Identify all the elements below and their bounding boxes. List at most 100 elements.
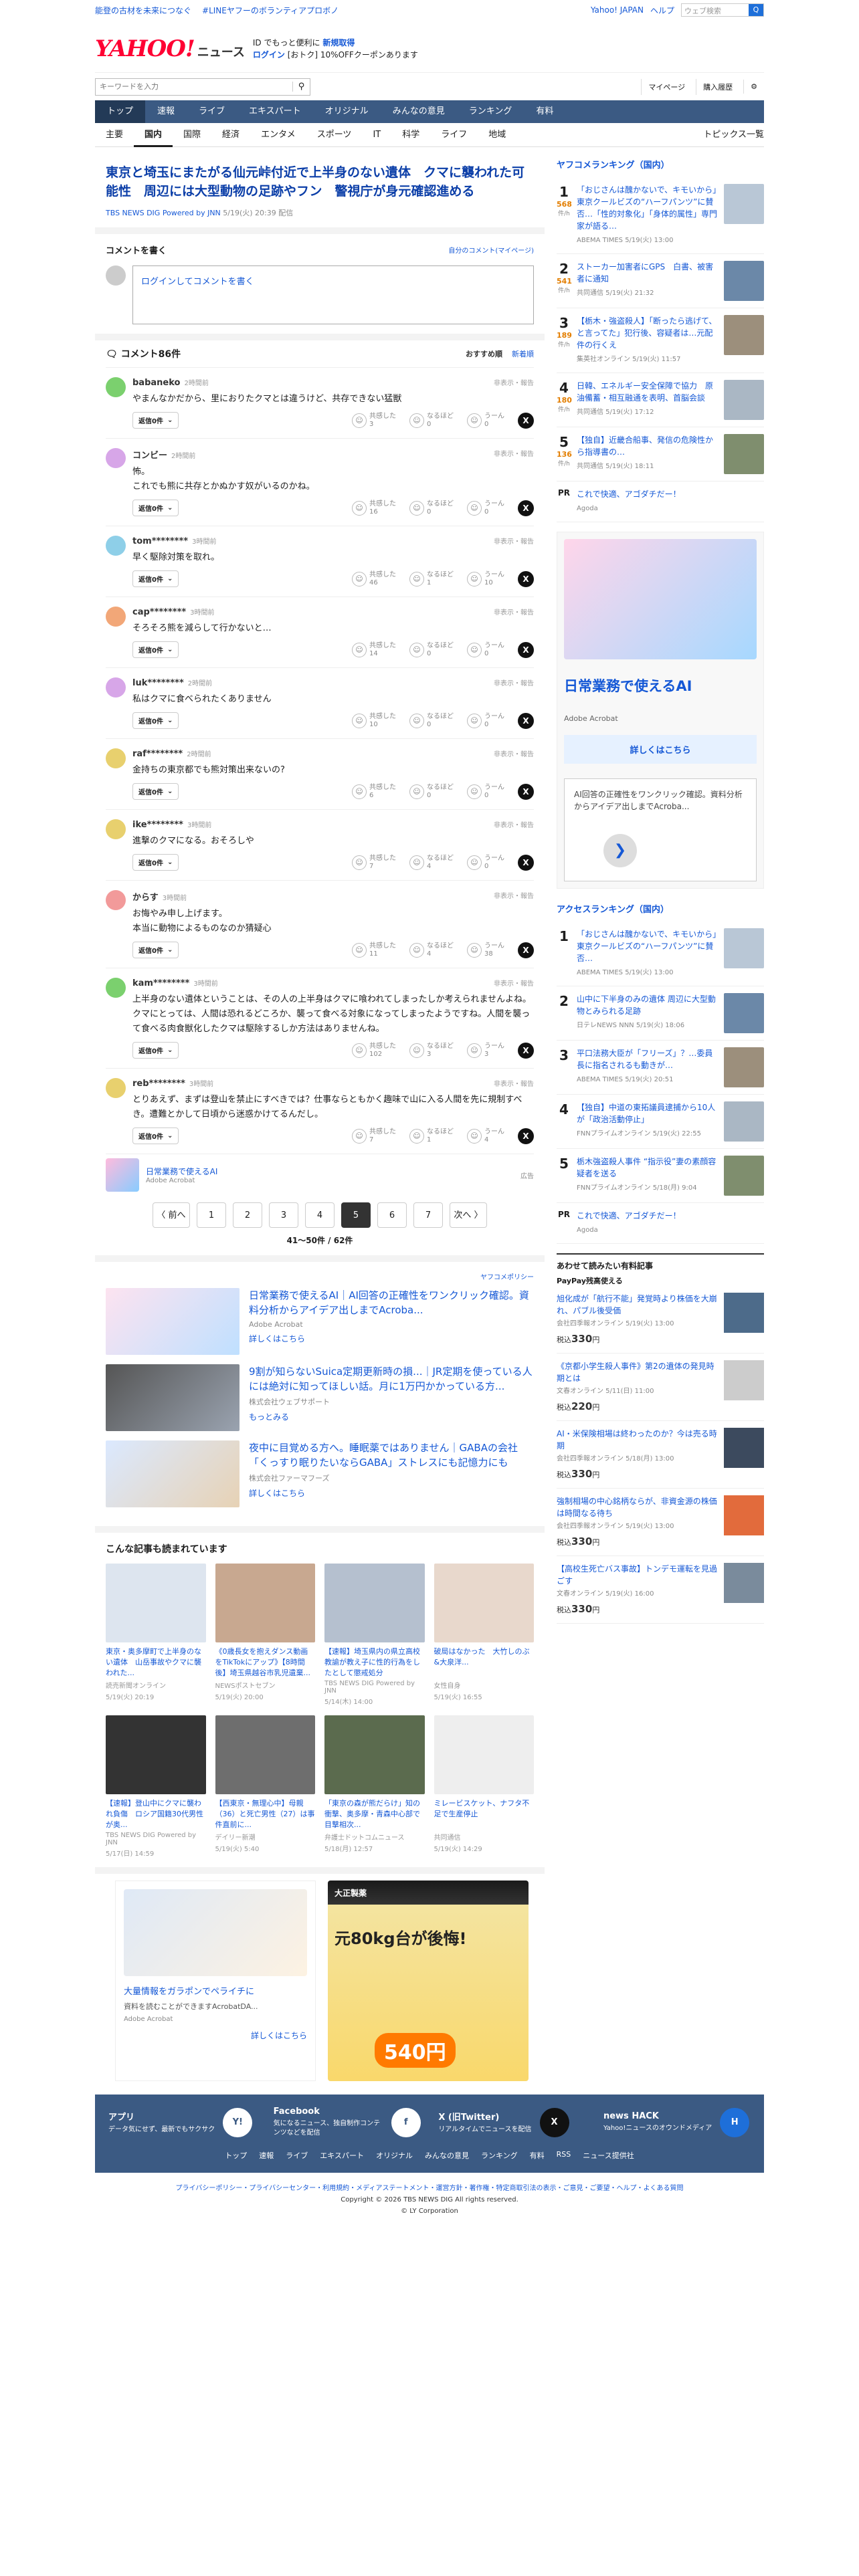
paid-article[interactable]: 《京都小学生殺人事件》第2の遺体の発見時期とは 文春オンライン 5/11(日) 1… [557, 1354, 764, 1421]
x-share-icon[interactable]: X [518, 500, 534, 516]
hide-report-link[interactable]: 非表示・報告 [494, 819, 534, 829]
pager-prev[interactable]: 〈 前へ [153, 1202, 190, 1228]
comment-author[interactable]: luk******** 2時間前 [132, 677, 534, 688]
author-name[interactable]: luk******** [132, 678, 184, 688]
gnav-original[interactable]: オリジナル [313, 100, 381, 123]
ranking-item[interactable]: 5 136 件/h 【独自】近畿合船事、発信の危険性から指導書の… 共同通信 5/19(… [557, 427, 764, 481]
ranking-item[interactable]: 4 【独自】中道の東拓議員逮捕から10人が「政治活動停止」 FNNプライムオンライン… [557, 1095, 764, 1149]
sidebar-ad-cta[interactable]: 詳しくはこちら [564, 735, 757, 764]
empathy-reaction[interactable]: ☺ 共感した 7 [352, 1128, 396, 1144]
pager-page[interactable]: 1 [197, 1202, 226, 1228]
cat-entertainment[interactable]: エンタメ [250, 123, 306, 147]
top-link-1[interactable]: 能登の古材を未来につなぐ [95, 5, 191, 16]
policy-link[interactable]: ヤフコメポリシー [106, 1271, 534, 1281]
paid-article[interactable]: AI・米保険相場は終わったのか？今は売る時期 会社四季報オンライン 5/18(月)… [557, 1421, 764, 1489]
cat-it[interactable]: IT [362, 123, 391, 147]
read-title[interactable]: 【速報】登山中にクマに襲われ負傷 ロシア国籍30代男性が奥... [106, 1798, 206, 1830]
ranking-title[interactable]: 【独自】中道の東拓議員逮捕から10人が「政治活動停止」 [577, 1101, 719, 1125]
hide-report-link[interactable]: 非表示・報告 [494, 448, 534, 458]
signup-link[interactable]: 新規取得 [322, 38, 355, 47]
x-share-icon[interactable]: X [518, 412, 534, 429]
x-share-icon[interactable]: X [518, 641, 534, 658]
comment-author[interactable]: raf******** 2時間前 [132, 748, 534, 759]
gnav-top[interactable]: トップ [95, 100, 146, 123]
pager-page[interactable]: 6 [377, 1202, 407, 1228]
avatar[interactable] [106, 677, 126, 697]
author-name[interactable]: コンビー [132, 451, 167, 461]
ranking-title[interactable]: 【栃木・強盗殺人】「断ったら逃げて、と言ってた」犯行後、容疑者は…元配件の行くえ [577, 315, 719, 351]
insight-reaction[interactable]: ☺ なるほど 0 [409, 413, 454, 429]
gnav-opinions[interactable]: みんなの意見 [381, 100, 457, 123]
hide-report-link[interactable]: 非表示・報告 [494, 748, 534, 758]
read-title[interactable]: ミレービスケット、ナフタ不足で生産停止 [434, 1798, 535, 1830]
paid-article[interactable]: 【高校生死亡バス事故】トンデモ運転を見過ごす 文春オンライン 5/19(火) 16… [557, 1556, 764, 1624]
pager-page-current[interactable]: 5 [341, 1202, 371, 1228]
cat-world[interactable]: 国際 [173, 123, 211, 147]
comment-author[interactable]: からす 3時間前 [132, 890, 534, 903]
author-name[interactable]: raf******** [132, 749, 183, 759]
comment-ranking-title[interactable]: ヤフコメランキング（国内） [557, 154, 764, 177]
hmm-reaction[interactable]: ☺ うーん 0 [467, 784, 504, 800]
author-name[interactable]: cap******** [132, 607, 186, 617]
article-title[interactable]: 東京と埼玉にまたがる仙元峠付近で上半身のない遺体 クマに襲われた可能性 周辺には… [106, 163, 534, 201]
cat-main[interactable]: 主要 [95, 123, 134, 147]
inline-ad[interactable]: 日常業務で使えるAI Adobe Acrobat 広告 [106, 1154, 534, 1196]
hmm-reaction[interactable]: ☺ うーん 0 [467, 500, 504, 516]
paid-title[interactable]: AI・米保険相場は終わったのか？今は売る時期 [557, 1428, 717, 1452]
empathy-reaction[interactable]: ☺ 共感した 10 [352, 713, 396, 729]
sidebar-ad[interactable]: 日常業務で使えるAI Adobe Acrobat 詳しくはこちら AI回答の正確… [557, 532, 764, 889]
x-share-icon[interactable]: X [518, 854, 534, 871]
hmm-reaction[interactable]: ☺ うーん 0 [467, 413, 504, 429]
insight-reaction[interactable]: ☺ なるほど 4 [409, 855, 454, 871]
gnav-live[interactable]: ライブ [187, 100, 237, 123]
empathy-reaction[interactable]: ☺ 共感した 11 [352, 942, 396, 958]
author-name[interactable]: reb******** [132, 1079, 185, 1089]
author-name[interactable]: ike******** [132, 820, 183, 830]
paid-title[interactable]: 【高校生死亡バス事故】トンデモ運転を見過ごす [557, 1563, 717, 1587]
reply-button[interactable]: 返信0件 ⌄ [132, 641, 179, 658]
avatar[interactable] [106, 748, 126, 768]
empathy-reaction[interactable]: ☺ 共感した 14 [352, 642, 396, 658]
ranking-title[interactable]: 山中に下半身のみの遺体 周辺に大型動物とみられる足跡 [577, 993, 719, 1017]
reply-button[interactable]: 返信0件 ⌄ [132, 1042, 179, 1059]
comment-author[interactable]: ike******** 3時間前 [132, 819, 534, 830]
read-title[interactable]: 【西東京・無理心中】母親（36）と死亡男性（27）は事件直前に... [215, 1798, 316, 1830]
ranking-item[interactable]: 2 山中に下半身のみの遺体 周辺に大型動物とみられる足跡 日テレNEWS NNN 5… [557, 986, 764, 1041]
ranking-item[interactable]: 4 180 件/h 日韓、エネルギー安全保障で協力 原油備蓄・相互融通を表明、首脳会談… [557, 373, 764, 427]
gnav-flash[interactable]: 速報 [145, 100, 187, 123]
comment-author[interactable]: コンビー 2時間前 [132, 448, 534, 461]
pager-page[interactable]: 7 [413, 1202, 443, 1228]
hmm-reaction[interactable]: ☺ うーん 0 [467, 713, 504, 729]
insight-reaction[interactable]: ☺ なるほど 0 [409, 784, 454, 800]
read-card[interactable]: 【速報】埼玉県内の県立高校教諭が教え子に性的行為をしたとして懲戒処分 TBS NE… [324, 1564, 425, 1706]
ranking-item[interactable]: 1 568 件/h 「おじさんは醜かないで、キモいから」東京クールビズの“ハーフパンツ… [557, 177, 764, 254]
footer-link[interactable]: ライブ [286, 2150, 308, 2161]
avatar[interactable] [106, 448, 126, 468]
top-link-2[interactable]: #LINEヤフーのボランティアプロボノ [202, 5, 339, 16]
mypage-link[interactable]: マイページ [641, 78, 692, 95]
gnav-expert[interactable]: エキスパート [237, 100, 313, 123]
read-card[interactable]: 《0歳長女を抱えダンス動画をTikTokにアップ》【8時間後】埼玉県越谷市乳児遺… [215, 1564, 315, 1706]
gnav-paid[interactable]: 有料 [524, 100, 565, 123]
reply-button[interactable]: 返信0件 ⌄ [132, 412, 179, 429]
footer-facebook[interactable]: Facebook 気になるニュース、独自制作コンテンツなどを配信 f [274, 2107, 421, 2138]
x-share-icon[interactable]: X [518, 1042, 534, 1059]
sort-newest[interactable]: 新着順 [512, 348, 534, 359]
reply-button[interactable]: 返信0件 ⌄ [132, 712, 179, 729]
comment-author[interactable]: kam******** 3時間前 [132, 978, 534, 988]
bottom-ad-right[interactable]: 大正製薬 元80kg台が後悔! 540円 [328, 1881, 529, 2081]
read-title[interactable]: 【速報】埼玉県内の県立高校教諭が教え子に性的行為をしたとして懲戒処分 [324, 1646, 425, 1679]
reply-button[interactable]: 返信0件 ⌄ [132, 854, 179, 871]
reply-button[interactable]: 返信0件 ⌄ [132, 570, 179, 587]
sort-recommended[interactable]: おすすめ順 [466, 348, 502, 359]
comment-author[interactable]: cap******** 3時間前 [132, 607, 534, 617]
footer-link[interactable]: エキスパート [320, 2150, 364, 2161]
pager-page[interactable]: 4 [305, 1202, 335, 1228]
ranking-item[interactable]: 3 平口法務大臣が「フリーズ」？…委員長に指名されるも動きが… ABEMA TIME… [557, 1041, 764, 1095]
ranking-title[interactable]: 日韓、エネルギー安全保障で協力 原油備蓄・相互融通を表明、首脳会談 [577, 380, 719, 404]
pager-next[interactable]: 次へ 〉 [450, 1202, 487, 1228]
paid-title[interactable]: 強制相場の中心銘柄ならが、非資金源の株価は時間なる待ち [557, 1495, 717, 1519]
empathy-reaction[interactable]: ☺ 共感した 6 [352, 784, 396, 800]
topics-list-link[interactable]: トピックス一覧 [692, 123, 764, 147]
empathy-reaction[interactable]: ☺ 共感した 16 [352, 500, 396, 516]
